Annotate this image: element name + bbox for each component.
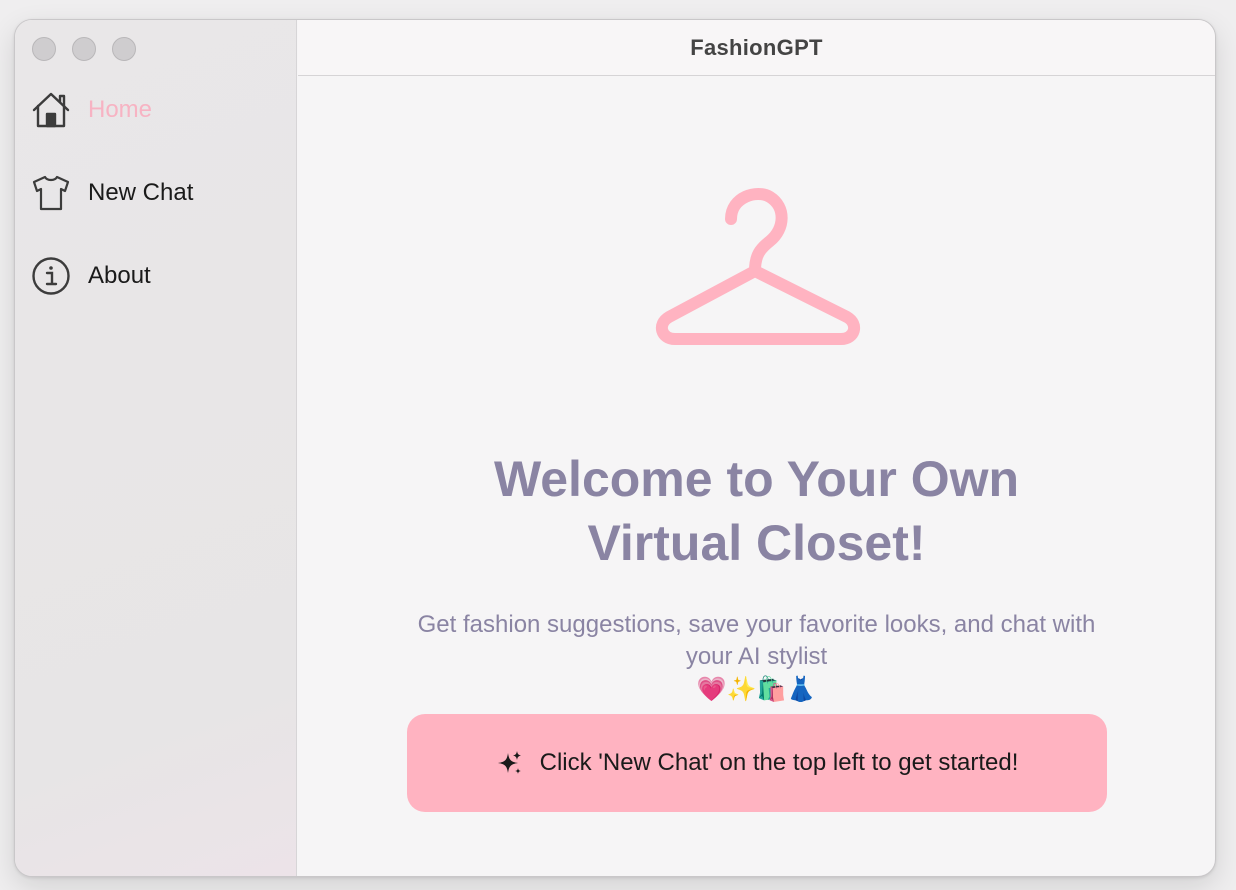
sidebar-item-new-chat[interactable]: New Chat xyxy=(15,171,296,215)
welcome-subtext: Get fashion suggestions, save your favor… xyxy=(298,609,1215,705)
sidebar-item-label: New Chat xyxy=(88,179,194,206)
sidebar: Home New Chat About xyxy=(15,20,297,876)
minimize-window-button[interactable] xyxy=(72,37,96,61)
welcome-headline: Welcome to Your Own Virtual Closet! xyxy=(298,447,1215,575)
app-title: FashionGPT xyxy=(690,34,823,60)
tshirt-icon xyxy=(31,173,71,213)
sidebar-item-about[interactable]: About xyxy=(15,254,296,298)
close-window-button[interactable] xyxy=(32,37,56,61)
window-controls xyxy=(32,37,136,61)
subtext-line-1: Get fashion suggestions, save your favor… xyxy=(417,611,1096,638)
emoji-row: 💗✨🛍️👗 xyxy=(696,675,817,703)
sidebar-item-label: About xyxy=(88,262,151,289)
get-started-banner[interactable]: Click 'New Chat' on the top left to get … xyxy=(407,714,1107,812)
house-icon xyxy=(31,90,71,130)
welcome-content: Welcome to Your Own Virtual Closet! Get … xyxy=(298,77,1215,876)
sidebar-item-label: Home xyxy=(88,96,153,123)
subtext-line-2: your AI stylist 💗✨🛍️👗 xyxy=(298,641,1215,705)
get-started-label: Click 'New Chat' on the top left to get … xyxy=(539,749,1019,776)
main-pane: FashionGPT Welcome to Your Own Virtual C… xyxy=(298,20,1215,876)
headline-line-1: Welcome to Your Own xyxy=(493,451,1020,507)
sidebar-nav: Home New Chat About xyxy=(15,88,296,298)
zoom-window-button[interactable] xyxy=(112,37,136,61)
app-window: Home New Chat About FashionGPT Welcome t… xyxy=(14,19,1216,877)
subtext-line-2-text: your AI stylist xyxy=(685,643,828,670)
sparkle-icon xyxy=(497,751,521,774)
sidebar-item-home[interactable]: Home xyxy=(15,88,296,132)
title-bar: FashionGPT xyxy=(298,20,1215,76)
info-icon xyxy=(31,256,71,296)
hanger-icon xyxy=(655,188,861,345)
headline-line-2: Virtual Closet! xyxy=(587,515,926,571)
